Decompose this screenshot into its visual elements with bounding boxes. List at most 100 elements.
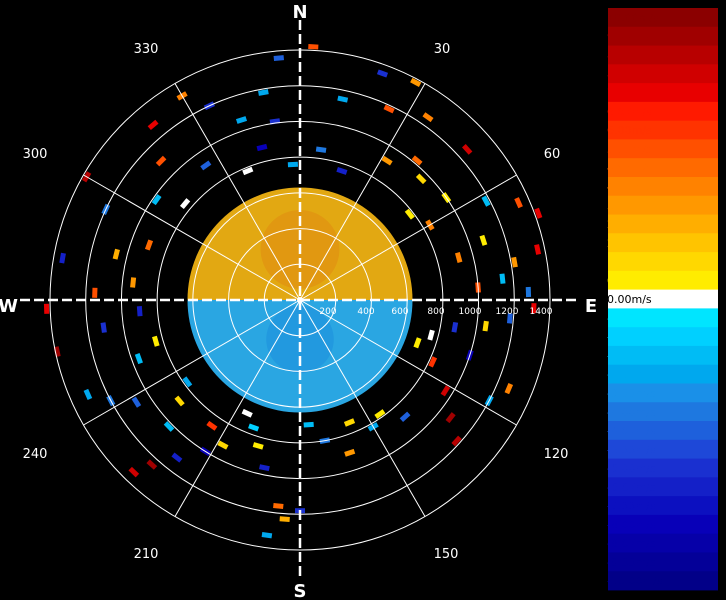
echo-gate xyxy=(155,155,167,167)
echo-gate xyxy=(427,329,435,341)
legend-label: 0.00m/s xyxy=(607,293,652,306)
cardinal-east: E xyxy=(585,296,597,317)
legend-label: 8.67m/s xyxy=(607,49,652,62)
radar-origin xyxy=(297,297,303,303)
legend-label: 7.33m/s xyxy=(607,87,652,100)
legend-label: -0.67m/s xyxy=(607,312,656,325)
azimuth-label-330: 330 xyxy=(134,42,159,57)
echo-gate xyxy=(511,256,518,268)
legend-label: 2.00m/s xyxy=(607,237,652,250)
legend-label: -4.00m/s xyxy=(607,406,656,419)
echo-gate xyxy=(152,335,160,347)
range-label-1000: 1000 xyxy=(459,307,482,317)
legend-label: -2.00m/s xyxy=(607,349,656,362)
echo-gate xyxy=(451,435,462,447)
echo-gate xyxy=(248,423,260,432)
echo-gate xyxy=(256,143,268,152)
echo-gate xyxy=(344,448,356,457)
azimuth-label-120: 120 xyxy=(544,447,569,462)
legend-label: -5.33m/s xyxy=(607,443,656,456)
echo-gate xyxy=(482,320,489,332)
echo-gate xyxy=(258,89,269,96)
echo-gate xyxy=(303,421,314,428)
echo-gate xyxy=(411,155,423,166)
echo-gate xyxy=(241,408,253,418)
echo-gate xyxy=(174,395,185,407)
echo-gate xyxy=(92,287,98,298)
echo-gate xyxy=(273,55,284,62)
legend-label: -6.00m/s xyxy=(607,462,656,475)
echo-gate xyxy=(43,303,50,314)
radar-plot: N E S W 30 60 120 150 210 240 300 330 20… xyxy=(0,2,597,600)
echo-gate xyxy=(252,442,264,450)
echo-gate xyxy=(337,95,349,103)
echo-gate xyxy=(415,173,427,185)
range-label-400: 400 xyxy=(357,307,374,317)
echo-gate xyxy=(59,252,66,264)
echo-gate xyxy=(399,411,411,423)
echo-gate xyxy=(83,388,93,400)
legend-label: 6.00m/s xyxy=(607,124,652,137)
echo-gate xyxy=(136,306,143,317)
echo-gate xyxy=(422,112,434,123)
legend-label: -2.67m/s xyxy=(607,368,656,381)
echo-gate xyxy=(499,273,506,284)
echo-gate xyxy=(147,119,159,131)
echo-gate xyxy=(404,208,415,220)
legend-label: -7.33m/s xyxy=(607,500,656,513)
echo-gate xyxy=(258,464,270,472)
azimuth-label-300: 300 xyxy=(23,147,48,162)
legend-label: -3.33m/s xyxy=(607,387,656,400)
legend-label: 4.67m/s xyxy=(607,162,652,175)
echo-gate xyxy=(440,385,451,397)
echo-gate xyxy=(451,321,459,333)
echo-gate xyxy=(128,466,140,478)
legend-label: -6.67m/s xyxy=(607,481,656,494)
range-label-1200: 1200 xyxy=(496,307,519,317)
echo-gate xyxy=(112,248,120,260)
range-label-600: 600 xyxy=(391,307,408,317)
echo-gate xyxy=(146,459,158,470)
echo-gate xyxy=(151,194,162,206)
echo-gate xyxy=(100,322,107,333)
azimuth-label-210: 210 xyxy=(134,547,159,562)
echo-gate xyxy=(200,160,212,171)
echo-gate xyxy=(481,195,491,207)
echo-gate xyxy=(217,440,229,450)
legend-label: -9.33m/s xyxy=(607,556,656,569)
echo-gate xyxy=(261,532,273,539)
legend-label: -8.00m/s xyxy=(607,518,656,531)
cardinal-west: W xyxy=(0,296,18,317)
legend-label: 8.00m/s xyxy=(607,68,652,81)
echo-gate xyxy=(534,244,542,255)
echo-gate xyxy=(504,383,514,395)
cardinal-south: S xyxy=(294,581,307,600)
legend-label: 4.00m/s xyxy=(607,180,652,193)
echo-gate xyxy=(374,409,386,420)
echo-gate xyxy=(130,277,137,288)
echo-gate xyxy=(383,104,395,114)
legend-label: 2.67m/s xyxy=(607,218,652,231)
echo-gate xyxy=(479,234,488,246)
range-label-1400: 1400 xyxy=(530,307,553,317)
echo-gate xyxy=(206,420,218,431)
radar-grid xyxy=(20,20,580,580)
echo-gate xyxy=(336,166,348,175)
echo-gate xyxy=(381,155,393,166)
azimuth-label-60: 60 xyxy=(544,147,561,162)
echo-gate xyxy=(134,353,143,365)
azimuth-label-150: 150 xyxy=(434,547,459,562)
legend-label: 10.00m/s xyxy=(607,12,659,25)
echo-gate xyxy=(343,418,356,427)
echo-gate xyxy=(235,116,248,124)
echo-gate xyxy=(179,198,191,210)
echo-gate xyxy=(454,252,463,263)
echo-gate xyxy=(376,69,389,78)
cardinal-north: N xyxy=(292,2,307,23)
echo-gate xyxy=(279,516,290,522)
legend-label: 5.33m/s xyxy=(607,143,652,156)
legend-label: -4.67m/s xyxy=(607,425,656,438)
legend-label: -10.00m/s xyxy=(607,575,663,588)
range-label-200: 200 xyxy=(319,307,336,317)
legend-label: 9.33m/s xyxy=(607,30,652,43)
